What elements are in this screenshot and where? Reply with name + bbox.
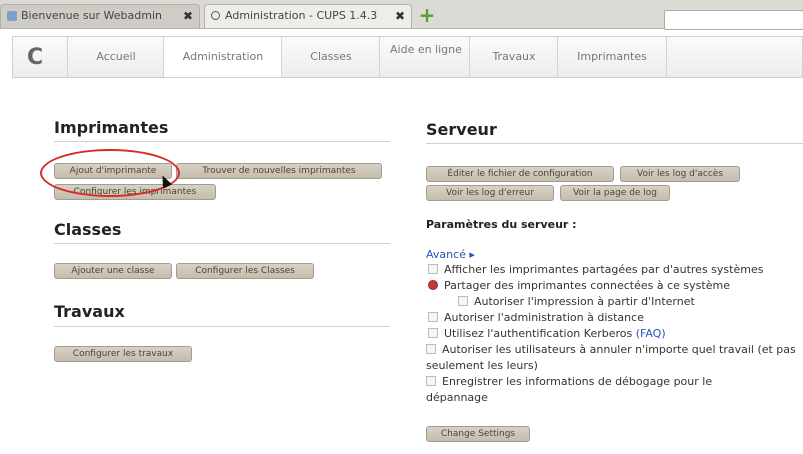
option-show-shared[interactable]: Afficher les imprimantes partagées par d… — [428, 262, 763, 278]
faq-link[interactable]: (FAQ) — [636, 327, 666, 340]
printers-heading: Imprimantes — [54, 118, 169, 137]
option-label: Afficher les imprimantes partagées par d… — [444, 263, 764, 276]
nav-classes[interactable]: Classes — [281, 37, 380, 77]
classes-heading: Classes — [54, 220, 122, 239]
checkbox[interactable] — [428, 264, 438, 274]
option-label: Utilisez l'authentification Kerberos — [444, 327, 633, 340]
page-icon — [7, 11, 17, 21]
option-label: Autoriser l'impression à partir d'Intern… — [474, 295, 695, 308]
cups-logo[interactable]: C — [27, 45, 43, 70]
add-class-button[interactable]: Ajouter une classe — [54, 263, 172, 279]
option-debug-logging[interactable]: Enregistrer les informations de débogage… — [426, 374, 766, 406]
checkbox[interactable] — [428, 312, 438, 322]
view-access-log-button[interactable]: Voir les log d'accès — [620, 166, 740, 182]
edit-config-button[interactable]: Éditer le fichier de configuration — [426, 166, 614, 182]
checkbox[interactable] — [458, 296, 468, 306]
tab-webadmin[interactable]: Bienvenue sur Webadmin ✖ — [0, 4, 200, 28]
highlight-circle — [40, 149, 180, 197]
server-params-label: Paramètres du serveur : — [426, 218, 577, 231]
checkbox[interactable] — [428, 328, 438, 338]
option-label: Autoriser les utilisateurs à annuler n'i… — [426, 343, 796, 372]
nav-administration[interactable]: Administration — [163, 37, 282, 77]
server-heading: Serveur — [426, 120, 497, 139]
close-tab-icon[interactable]: ✖ — [395, 5, 405, 27]
search-input[interactable] — [664, 10, 803, 30]
divider — [54, 141, 390, 142]
cups-icon — [211, 11, 220, 20]
find-printers-button[interactable]: Trouver de nouvelles imprimantes — [176, 163, 382, 179]
cups-navbar: C Accueil Administration Classes Aide en… — [12, 36, 803, 78]
divider — [426, 143, 803, 144]
nav-imprimantes[interactable]: Imprimantes — [557, 37, 667, 77]
close-tab-icon[interactable]: ✖ — [183, 5, 193, 27]
option-remote-admin[interactable]: Autoriser l'administration à distance — [428, 310, 644, 326]
nav-travaux[interactable]: Travaux — [469, 37, 558, 77]
option-label: Partager des imprimantes connectées à ce… — [444, 279, 730, 292]
advanced-link[interactable]: Avancé ▸ — [426, 248, 475, 261]
option-internet-printing[interactable]: Autoriser l'impression à partir d'Intern… — [458, 294, 695, 310]
checkbox[interactable] — [426, 376, 436, 386]
tab-title: Administration - CUPS 1.4.3 — [225, 9, 378, 22]
checkbox[interactable] — [426, 344, 436, 354]
option-label: Enregistrer les informations de débogage… — [426, 375, 713, 404]
view-error-log-button[interactable]: Voir les log d'erreur — [426, 185, 554, 201]
configure-classes-button[interactable]: Configurer les Classes — [176, 263, 314, 279]
jobs-heading: Travaux — [54, 302, 125, 321]
configure-jobs-button[interactable]: Configurer les travaux — [54, 346, 192, 362]
divider — [54, 326, 390, 327]
option-label: Autoriser l'administration à distance — [444, 311, 644, 324]
checkbox-checked[interactable] — [428, 280, 438, 290]
tab-title: Bienvenue sur Webadmin — [21, 9, 162, 22]
option-cancel-any-job[interactable]: Autoriser les utilisateurs à annuler n'i… — [426, 342, 796, 374]
new-tab-icon[interactable]: + — [418, 5, 436, 25]
option-share-printers[interactable]: Partager des imprimantes connectées à ce… — [428, 278, 730, 294]
view-page-log-button[interactable]: Voir la page de log — [560, 185, 670, 201]
tab-cups-admin[interactable]: Administration - CUPS 1.4.3 ✖ — [204, 4, 412, 28]
change-settings-button[interactable]: Change Settings — [426, 426, 530, 442]
option-kerberos[interactable]: Utilisez l'authentification Kerberos (FA… — [428, 326, 666, 342]
divider — [54, 243, 390, 244]
nav-aide-en-ligne[interactable]: Aide en ligne — [379, 37, 469, 77]
nav-accueil[interactable]: Accueil — [67, 37, 164, 77]
